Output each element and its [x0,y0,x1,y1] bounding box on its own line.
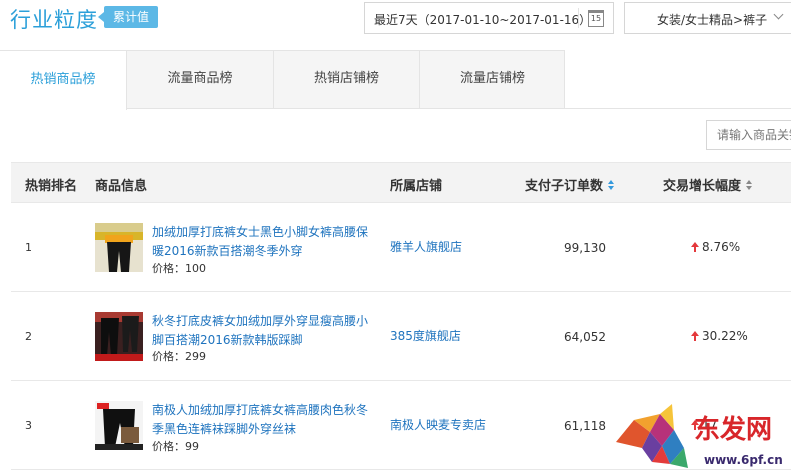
up-arrow-icon [691,331,699,341]
up-arrow-icon [691,242,699,252]
growth-value: 30.22% [702,329,748,343]
divider [578,8,579,28]
product-price: 价格：299 [152,350,206,363]
order-count: 99,130 [564,241,606,255]
product-price: 价格：99 [152,440,199,453]
table-header: 热销排名 商品信息 所属店铺 支付子订单数 交易增长幅度 [11,162,791,203]
tab-traffic-shops[interactable]: 流量店铺榜 [420,50,565,109]
col-orders-sortable[interactable]: 支付子订单数 [525,175,615,194]
col-growth-sortable[interactable]: 交易增长幅度 [663,175,753,194]
rank-number: 1 [25,241,32,254]
sort-icon[interactable] [746,180,753,191]
shop-link[interactable]: 385度旗舰店 [390,327,461,344]
col-growth-label: 交易增长幅度 [663,179,742,194]
tab-hot-products[interactable]: 热销商品榜 [0,50,127,110]
col-orders-label: 支付子订单数 [525,179,604,194]
rank-number: 3 [25,419,32,432]
sort-icon[interactable] [608,180,615,191]
growth-rate: 30.22% [691,329,748,343]
product-price: 价格：100 [152,262,206,275]
table-row: 1 加绒加厚打底裤女士黑色小脚女裤高腰保暖2016新款百搭潮冬季外穿 价格：10… [11,203,791,292]
category-text: 女装/女士精品>裤子 [657,13,768,27]
category-select[interactable]: 女装/女士精品>裤子 [624,2,791,34]
col-rank: 热销排名 [25,179,78,194]
shop-link[interactable]: 南极人映麦专卖店 [390,416,486,433]
product-thumbnail[interactable] [95,312,143,361]
product-name-link[interactable]: 秋冬打底皮裤女加绒加厚外穿显瘦高腰小脚百搭潮2016新款韩版踩脚 [152,312,374,350]
col-shop: 所属店铺 [390,179,443,194]
watermark-brand: 东发网 [694,414,772,445]
product-name-link[interactable]: 南极人加绒加厚打底裤女裤高腰肉色秋冬季黑色连裤袜踩脚外穿丝袜 [152,401,374,439]
growth-rate: 8.76% [691,240,740,254]
table-row: 2 秋冬打底皮裤女加绒加厚外穿显瘦高腰小脚百搭潮2016新款韩版踩脚 价格：29… [11,292,791,381]
watermark-url: www.6pf.cn [704,453,783,467]
product-name-link[interactable]: 加绒加厚打底裤女士黑色小脚女裤高腰保暖2016新款百搭潮冬季外穿 [152,223,374,261]
rank-number: 2 [25,330,32,343]
col-product-info: 商品信息 [95,179,148,194]
order-count: 61,118 [564,419,606,433]
tab-traffic-products[interactable]: 流量商品榜 [127,50,273,109]
order-count: 64,052 [564,330,606,344]
shop-link[interactable]: 雅羊人旗舰店 [390,238,462,255]
product-thumbnail[interactable] [95,223,143,272]
product-search-input[interactable] [706,120,791,150]
tab-hot-shops[interactable]: 热销店铺榜 [274,50,419,109]
date-range-picker[interactable]: 最近7天（2017-01-10~2017-01-16） 15 [364,2,614,34]
chevron-down-icon[interactable] [773,9,784,20]
watermark-logo: 东发网 www.6pf.cn [612,402,791,475]
date-range-text: 最近7天（2017-01-10~2017-01-16） [374,13,592,27]
cumulative-badge[interactable]: 累计值 [97,6,159,28]
product-thumbnail[interactable] [95,401,143,450]
calendar-icon[interactable]: 15 [588,10,604,27]
page-title: 行业粒度 [10,8,98,32]
rank-tabs: 热销商品榜 流量商品榜 热销店铺榜 流量店铺榜 [0,50,791,110]
growth-value: 8.76% [702,240,741,254]
